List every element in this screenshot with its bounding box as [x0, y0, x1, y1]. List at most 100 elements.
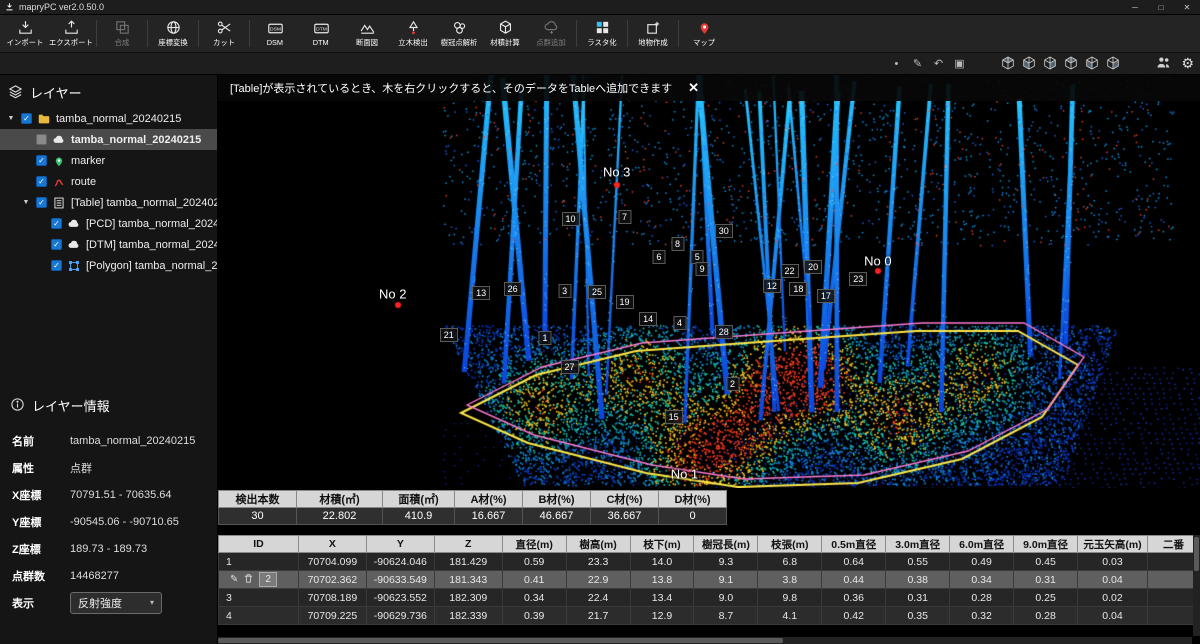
tree-number-tag[interactable]: 8 — [671, 237, 684, 251]
layer-visibility-checkbox[interactable]: ✓ — [36, 197, 47, 208]
layer-visibility-checkbox[interactable]: ✓ — [51, 239, 62, 250]
tree-number-tag[interactable]: 28 — [715, 325, 733, 339]
tree-number-tag[interactable]: 4 — [673, 316, 686, 330]
tree-number-tag[interactable]: 23 — [849, 272, 867, 286]
expand-caret-icon[interactable]: ▼ — [6, 115, 16, 122]
toolbar-button-map[interactable]: マップ — [681, 15, 727, 52]
vertical-scrollbar[interactable] — [1193, 535, 1200, 636]
info-field-value: 70791.51 - 70635.64 — [70, 489, 172, 501]
toolbar-button-crown-analysis[interactable]: 樹冠点解析 — [436, 15, 482, 52]
toolbar-button-volume-calc[interactable]: 材積計算 — [482, 15, 528, 52]
tree-number-tag[interactable]: 14 — [639, 312, 657, 326]
view-cube-icon-3[interactable] — [1042, 55, 1060, 73]
point-tool-icon[interactable]: • — [887, 58, 905, 70]
table-row[interactable]: 170704.099-90624.046181.4290.5923.314.09… — [219, 553, 1200, 571]
column-header: 直径(m) — [502, 536, 566, 553]
tree-number-tag[interactable]: 25 — [588, 285, 606, 299]
data-cell: 0.28 — [1014, 607, 1078, 625]
scrollbar-thumb[interactable] — [218, 638, 783, 643]
tree-number-tag[interactable]: 1 — [538, 331, 551, 345]
tree-number-tag[interactable]: 2 — [726, 377, 739, 391]
toolbar-button-transform[interactable]: 座標変換 — [150, 15, 196, 52]
layer-item[interactable]: ✓[PCD] tamba_normal_202402 — [0, 213, 217, 234]
layer-item[interactable]: tamba_normal_20240215 — [0, 129, 217, 150]
toolbar-button-compose[interactable]: 合成 — [99, 15, 145, 52]
layer-visibility-checkbox[interactable]: ✓ — [21, 113, 32, 124]
tree-number-tag[interactable]: 18 — [789, 282, 807, 296]
gear-icon[interactable]: ⚙ — [1181, 55, 1194, 72]
layer-item-label: [Polygon] tamba_normal_20 — [86, 260, 217, 272]
tree-number-tag[interactable]: 3 — [558, 284, 571, 298]
data-cell: 21.7 — [566, 607, 630, 625]
plot-label: No 3 — [603, 165, 630, 180]
toolbar-button-add-points[interactable]: 点群追加 — [528, 15, 574, 52]
hint-close-icon[interactable]: ✕ — [688, 80, 699, 96]
toolbar-button-tree-detect[interactable]: 立木検出 — [390, 15, 436, 52]
toolbar-button-import[interactable]: インポート — [2, 15, 48, 52]
table-row[interactable]: 470709.225-90629.736182.3390.3921.712.98… — [219, 607, 1200, 625]
tree-number-tag[interactable]: 15 — [665, 410, 683, 424]
table-row[interactable]: 370708.189-90623.552182.3090.3422.413.49… — [219, 589, 1200, 607]
tree-number-tag[interactable]: 7 — [618, 210, 631, 224]
toolbar-button-section[interactable]: 断面図 — [344, 15, 390, 52]
toolbar-button-rasterize[interactable]: ラスタ化 — [579, 15, 625, 52]
tree-number-tag[interactable]: 17 — [817, 289, 835, 303]
tree-number-tag[interactable]: 26 — [504, 282, 522, 296]
tree-number-tag[interactable]: 13 — [472, 286, 490, 300]
layer-visibility-checkbox[interactable] — [36, 134, 47, 145]
tree-number-tag[interactable]: 19 — [616, 295, 634, 309]
view-cube-icon-1[interactable] — [1000, 55, 1018, 73]
minimize-button[interactable]: ─ — [1122, 0, 1148, 14]
table-row[interactable]: ✎270702.362-90633.549181.3430.4122.913.8… — [219, 571, 1200, 589]
tree-number-tag[interactable]: 22 — [781, 264, 799, 278]
pen-tool-icon[interactable]: ✎ — [908, 57, 926, 70]
layer-visibility-checkbox[interactable]: ✓ — [51, 218, 62, 229]
tree-number-tag[interactable]: 12 — [763, 279, 781, 293]
data-cell: 9.1 — [694, 571, 758, 589]
layer-visibility-checkbox[interactable]: ✓ — [36, 155, 47, 166]
undo-icon[interactable]: ↶ — [929, 57, 947, 70]
info-field-value: 14468277 — [70, 570, 119, 582]
scrollbar-thumb[interactable] — [1194, 537, 1199, 571]
layer-visibility-checkbox[interactable]: ✓ — [51, 260, 62, 271]
close-button[interactable]: ✕ — [1174, 0, 1200, 14]
tree-number-tag[interactable]: 30 — [715, 224, 733, 238]
layer-item[interactable]: ✓ [Polygon] tamba_normal_20 — [0, 255, 217, 276]
delete-trash-icon[interactable] — [243, 573, 254, 587]
tree-number-tag[interactable]: 21 — [440, 328, 458, 342]
data-cell: 13.8 — [630, 571, 694, 589]
users-icon[interactable] — [1155, 54, 1172, 74]
toolbar-button-cut[interactable]: カット — [201, 15, 247, 52]
tree-number-tag[interactable]: 27 — [561, 360, 579, 374]
expand-caret-icon[interactable]: ▼ — [21, 199, 31, 206]
toolbar-button-dtm[interactable]: DTMDTM — [298, 15, 344, 52]
view-cube-icon-4[interactable] — [1063, 55, 1081, 73]
layer-item[interactable]: ▼✓tamba_normal_20240215 — [0, 108, 217, 129]
horizontal-scrollbar[interactable] — [218, 637, 1192, 644]
toolbar-button-export[interactable]: エクスポート — [48, 15, 94, 52]
maximize-button[interactable]: □ — [1148, 0, 1174, 14]
tree-number-tag[interactable]: 10 — [562, 212, 580, 226]
layers-panel-header: レイヤー — [0, 75, 217, 108]
toolbar-button-dsm[interactable]: DSMDSM — [252, 15, 298, 52]
tree-number-tag[interactable]: 20 — [804, 260, 822, 274]
view-cube-icon-2[interactable] — [1021, 55, 1039, 73]
toolbar-button-label: 立木検出 — [398, 37, 427, 47]
save-icon[interactable]: ▣ — [950, 57, 968, 70]
layer-visibility-checkbox[interactable]: ✓ — [36, 176, 47, 187]
layer-item[interactable]: ✓route — [0, 171, 217, 192]
titlebar: mapryPC ver2.0.50.0 ─ □ ✕ — [0, 0, 1200, 15]
tree-number-tag[interactable]: 6 — [652, 250, 665, 264]
layer-item[interactable]: ▼✓[Table] tamba_normal_2024021 — [0, 192, 217, 213]
edit-pencil-icon[interactable]: ✎ — [230, 574, 238, 585]
layer-item[interactable]: ✓marker — [0, 150, 217, 171]
view-cube-icon-5[interactable] — [1084, 55, 1102, 73]
tree-number-tag[interactable]: 9 — [696, 262, 709, 276]
view-cube-icon-6[interactable] — [1105, 55, 1123, 73]
3d-viewport[interactable]: 1073086522202313263251912181794142112827… — [218, 75, 1200, 488]
toolbar-separator — [576, 20, 577, 47]
summary-table-grid: 検出本数材積(㎥)面積(㎡)A材(%)B材(%)C材(%)D材(%)3022.8… — [218, 490, 727, 525]
layer-item[interactable]: ✓[DTM] tamba_normal_20240 — [0, 234, 217, 255]
toolbar-button-create-feature[interactable]: 地物作成 — [630, 15, 676, 52]
display-mode-dropdown[interactable]: 反射強度▾ — [70, 592, 162, 614]
